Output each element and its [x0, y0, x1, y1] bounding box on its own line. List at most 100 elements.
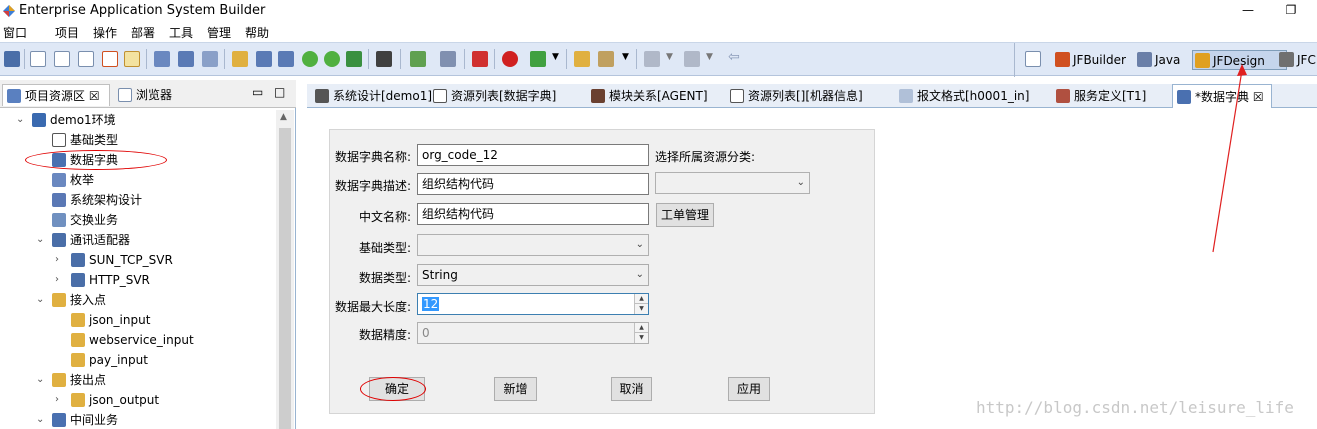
next-edit-icon[interactable]	[684, 51, 700, 67]
open-window-icon[interactable]	[102, 51, 118, 67]
chevron-down-icon[interactable]: ⌄	[36, 230, 48, 250]
spin-up-icon[interactable]: ▲	[635, 323, 648, 333]
tab-project-resources[interactable]: 项目资源区 ☒	[2, 84, 110, 106]
folder-icon	[52, 373, 66, 387]
back-arrow-icon[interactable]: ⇦	[728, 49, 740, 65]
precision-value: 0	[422, 326, 430, 340]
chevron-down-icon[interactable]: ▼	[666, 52, 673, 62]
max-length-value[interactable]: 12	[422, 297, 440, 311]
perspective-jfc[interactable]: JFC	[1277, 50, 1316, 70]
spinner-buttons[interactable]: ▲ ▼	[634, 294, 648, 314]
open-perspective-icon[interactable]	[1025, 51, 1041, 67]
wand-icon[interactable]	[598, 51, 614, 67]
tree-node-label: demo1环境	[50, 113, 116, 127]
chevron-right-icon[interactable]: ›	[55, 270, 67, 290]
max-length-spinner[interactable]: 12 ▲ ▼	[417, 293, 649, 315]
folder-open-icon[interactable]	[574, 51, 590, 67]
go-up-icon[interactable]	[302, 51, 318, 67]
cn-name-field[interactable]: 组织结构代码	[417, 203, 649, 225]
spin-up-icon[interactable]: ▲	[635, 294, 648, 304]
tab-service-definition[interactable]: 服务定义[T1]	[1052, 84, 1146, 108]
go-down-icon[interactable]	[324, 51, 340, 67]
chevron-down-icon[interactable]: ⌄	[16, 110, 28, 130]
menu-help[interactable]: 帮助	[245, 24, 269, 41]
stack-icon[interactable]	[232, 51, 248, 67]
new-page-icon[interactable]	[54, 51, 70, 67]
window-icon[interactable]	[78, 51, 94, 67]
chevron-down-icon[interactable]: ▼	[552, 52, 559, 62]
tree-node-label: SUN_TCP_SVR	[89, 253, 173, 267]
edit-note-icon[interactable]	[124, 51, 140, 67]
stop-icon[interactable]	[472, 51, 488, 67]
tab-message-format[interactable]: 报文格式[h0001_in]	[895, 84, 1029, 108]
data-type-select[interactable]: String ⌄	[417, 264, 649, 286]
perspective-jfbuilder[interactable]: JFBuilder	[1053, 50, 1126, 70]
toolbar-separator	[566, 49, 567, 69]
desc-field[interactable]: 组织结构代码	[417, 173, 649, 195]
folder-item-icon	[71, 313, 85, 327]
perspective-label: JFBuilder	[1073, 53, 1126, 67]
tab-system-design[interactable]: 系统设计[demo1]	[311, 84, 432, 108]
export-icon[interactable]	[410, 51, 426, 67]
print-icon[interactable]	[440, 51, 456, 67]
cn-name-label: 中文名称:	[358, 210, 411, 224]
chevron-right-icon[interactable]: ›	[55, 390, 67, 410]
refresh-icon[interactable]	[346, 51, 362, 67]
minimize-panel-button[interactable]: ▭	[252, 85, 263, 99]
java-icon	[1137, 52, 1152, 67]
restore-button[interactable]: ❐	[1281, 2, 1301, 18]
list-icon[interactable]	[256, 51, 272, 67]
perspective-java[interactable]: Java	[1135, 50, 1180, 70]
minimize-button[interactable]: —	[1238, 2, 1258, 18]
ticket-manage-button[interactable]: 工单管理	[656, 203, 714, 227]
apply-button[interactable]: 应用	[728, 377, 770, 401]
connect-icon[interactable]	[178, 51, 194, 67]
scroll-thumb[interactable]	[279, 128, 291, 429]
project-resource-icon	[7, 89, 21, 103]
adapter-icon	[52, 233, 66, 247]
base-type-select[interactable]: ⌄	[417, 234, 649, 256]
scroll-up-icon[interactable]: ▲	[280, 112, 287, 122]
maximize-panel-button[interactable]: □	[274, 85, 285, 99]
help-icon[interactable]	[502, 51, 518, 67]
menu-manage[interactable]: 管理	[207, 24, 231, 41]
spin-down-icon[interactable]: ▼	[635, 304, 648, 314]
run-icon[interactable]	[530, 51, 546, 67]
window-title: Enterprise Application System Builder	[19, 3, 266, 18]
save-icon[interactable]	[4, 51, 20, 67]
chevron-down-icon[interactable]: ⌄	[36, 290, 48, 310]
tree-node-label: 交换业务	[70, 213, 119, 227]
tree-scrollbar[interactable]: ▲	[276, 110, 294, 429]
spinner-buttons[interactable]: ▲ ▼	[634, 323, 648, 343]
spin-down-icon[interactable]: ▼	[635, 333, 648, 343]
menu-window[interactable]: 窗口	[3, 24, 27, 41]
tab-module-relation[interactable]: 模块关系[AGENT]	[587, 84, 708, 108]
chevron-down-icon[interactable]: ▼	[706, 52, 713, 62]
list-add-icon[interactable]	[278, 51, 294, 67]
prev-edit-icon[interactable]	[644, 51, 660, 67]
tab-resource-list-machine[interactable]: 资源列表[][机器信息]	[726, 84, 863, 108]
chevron-down-icon[interactable]: ⌄	[36, 370, 48, 390]
name-field[interactable]: org_code_12	[417, 144, 649, 166]
precision-spinner[interactable]: 0 ▲ ▼	[417, 322, 649, 344]
tab-resource-list-dictionary[interactable]: 资源列表[数据字典]	[429, 84, 556, 108]
folder-icon	[52, 293, 66, 307]
users-icon[interactable]	[154, 51, 170, 67]
menu-deploy[interactable]: 部署	[131, 24, 155, 41]
category-select[interactable]: ⌄	[655, 172, 810, 194]
architecture-icon	[52, 193, 66, 207]
menu-operation[interactable]: 操作	[93, 24, 117, 41]
chevron-right-icon[interactable]: ›	[55, 250, 67, 270]
exchange-icon	[52, 213, 66, 227]
add-button[interactable]: 新增	[494, 377, 537, 401]
menu-project[interactable]: 项目	[55, 24, 79, 41]
cancel-button[interactable]: 取消	[611, 377, 652, 401]
binoculars-icon[interactable]	[376, 51, 392, 67]
chevron-down-icon[interactable]: ▼	[622, 52, 629, 62]
chevron-down-icon[interactable]: ⌄	[36, 410, 48, 429]
new-window-icon[interactable]	[30, 51, 46, 67]
tree-node-label: 系统架构设计	[70, 193, 143, 207]
font-icon[interactable]	[202, 51, 218, 67]
menu-tools[interactable]: 工具	[169, 24, 193, 41]
tab-browser[interactable]: 浏览器	[114, 84, 172, 106]
